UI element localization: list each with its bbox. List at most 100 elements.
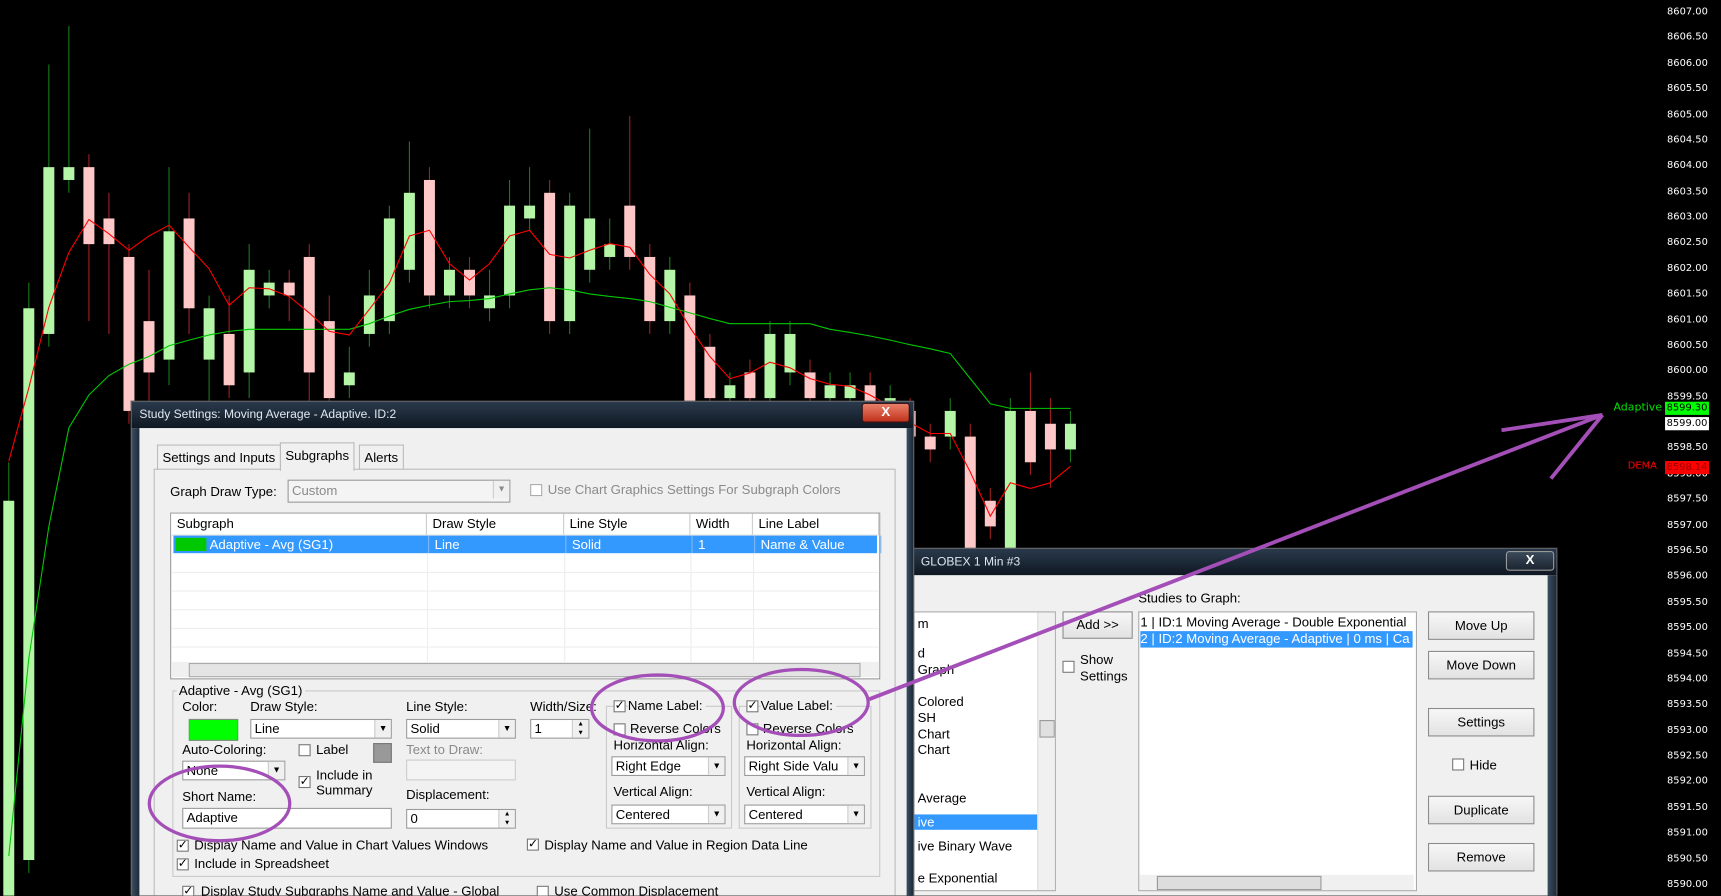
remove-button[interactable]: Remove bbox=[1427, 842, 1535, 872]
candle-body bbox=[604, 244, 616, 257]
value-label-vertical-align-label: Vertical Align: bbox=[746, 783, 826, 800]
candle bbox=[1004, 398, 1016, 565]
list-item[interactable]: d bbox=[918, 645, 925, 660]
width-spinner[interactable]: 1 ▲ ▼ bbox=[530, 718, 590, 739]
duplicate-button[interactable]: Duplicate bbox=[1427, 795, 1535, 825]
display-region-data-checkbox[interactable]: ✓ bbox=[526, 838, 539, 851]
include-summary-checkbox[interactable]: ✓ bbox=[298, 775, 311, 789]
spinner-arrows-icon[interactable]: ▲ ▼ bbox=[498, 810, 515, 828]
studies-h-scrollbar[interactable] bbox=[1139, 874, 1414, 891]
list-item[interactable]: Colored bbox=[918, 694, 964, 709]
draw-style-label: Draw Style: bbox=[250, 699, 318, 715]
available-scrollbar[interactable] bbox=[1037, 612, 1055, 891]
display-global-checkbox[interactable]: ✓ bbox=[182, 885, 195, 896]
candle bbox=[924, 423, 936, 463]
scroll-thumb[interactable] bbox=[188, 662, 861, 678]
candle-body bbox=[403, 192, 415, 270]
candle bbox=[704, 333, 716, 411]
column-header[interactable]: Line Label bbox=[753, 513, 880, 535]
price-tick-label: 8595.50 bbox=[1667, 596, 1708, 608]
tab-alerts[interactable]: Alerts bbox=[358, 444, 404, 470]
candle-body bbox=[584, 218, 596, 270]
display-chart-values-checkbox[interactable]: ✓ bbox=[176, 839, 189, 852]
candle-body bbox=[1044, 423, 1056, 450]
move-down-button[interactable]: Move Down bbox=[1427, 650, 1535, 680]
tab-settings-and-inputs[interactable]: Settings and Inputs bbox=[156, 444, 281, 470]
add-study-button[interactable]: Add >> bbox=[1062, 611, 1133, 639]
settings-close-button[interactable]: X bbox=[861, 402, 910, 423]
price-tick-label: 8604.50 bbox=[1667, 134, 1708, 146]
studies-title-bar[interactable]: GLOBEX 1 Min #3 bbox=[913, 548, 1557, 576]
show-settings-checkbox[interactable] bbox=[1062, 660, 1075, 673]
studies-close-button[interactable]: X bbox=[1505, 550, 1555, 571]
auto-coloring-select[interactable]: None ▼ bbox=[182, 760, 286, 781]
graph-draw-type-label: Graph Draw Type: bbox=[170, 484, 277, 500]
hide-label: Hide bbox=[1469, 757, 1497, 773]
scroll-thumb[interactable] bbox=[1039, 720, 1055, 738]
price-tick-label: 8601.00 bbox=[1667, 314, 1708, 326]
name-label-checkbox[interactable]: ✓ bbox=[613, 700, 626, 713]
candle bbox=[544, 179, 556, 334]
tab-subgraphs[interactable]: Subgraphs bbox=[279, 442, 355, 471]
list-item[interactable]: m bbox=[918, 616, 929, 631]
subgraph-h-scrollbar[interactable] bbox=[171, 661, 880, 678]
value-label-checkbox[interactable]: ✓ bbox=[746, 700, 759, 713]
label-checkbox[interactable] bbox=[298, 744, 311, 757]
list-item[interactable]: Chart bbox=[918, 727, 950, 742]
study-list-item[interactable]: 2 | ID:2 Moving Average - Adaptive | 0 m… bbox=[1140, 631, 1413, 648]
candle-body bbox=[644, 256, 656, 322]
line-style-label: Line Style: bbox=[406, 699, 468, 715]
column-header[interactable]: Draw Style bbox=[427, 513, 565, 535]
move-up-button[interactable]: Move Up bbox=[1427, 611, 1535, 640]
available-studies-list[interactable]: m d Graph Colored SH Chart Chart Average ive ive… bbox=[913, 611, 1056, 892]
include-spreadsheet-checkbox[interactable]: ✓ bbox=[176, 858, 189, 871]
name-label-horizontal-align-select[interactable]: Right Edge ▼ bbox=[611, 756, 726, 777]
studies-to-graph-list[interactable]: 1 | ID:1 Moving Average - Double Exponen… bbox=[1138, 611, 1418, 892]
study-list-item[interactable]: 1 | ID:1 Moving Average - Double Exponen… bbox=[1140, 615, 1412, 631]
value-label-reverse-colors-checkbox[interactable] bbox=[746, 723, 759, 736]
column-header[interactable]: Line Style bbox=[564, 513, 691, 535]
candle bbox=[163, 167, 175, 386]
list-item[interactable]: Graph bbox=[918, 662, 955, 677]
table-row[interactable]: Adaptive - Avg (SG1) Line Solid 1 Name & Val… bbox=[173, 535, 882, 554]
price-tick-label: 8594.00 bbox=[1667, 673, 1708, 685]
line-style-select[interactable]: Solid ▼ bbox=[406, 718, 516, 739]
settings-title-bar[interactable]: Study Settings: Moving Average - Adaptiv… bbox=[131, 401, 914, 429]
text-to-draw-input[interactable] bbox=[406, 759, 516, 781]
name-label-vertical-align-select[interactable]: Centered ▼ bbox=[611, 804, 726, 825]
color-swatch[interactable] bbox=[188, 718, 239, 741]
price-tick-label: 8597.00 bbox=[1667, 519, 1708, 531]
list-item[interactable]: Average bbox=[918, 790, 967, 805]
settings-button[interactable]: Settings bbox=[1427, 707, 1535, 737]
value-label-horizontal-align-value: Right Side Valu bbox=[748, 758, 839, 774]
chevron-down-icon: ▼ bbox=[847, 757, 864, 775]
displacement-spinner[interactable]: 0 ▲ ▼ bbox=[406, 808, 516, 829]
short-name-input[interactable]: Adaptive bbox=[182, 807, 392, 829]
candle-body bbox=[844, 385, 856, 399]
spinner-arrows-icon[interactable]: ▲ ▼ bbox=[571, 720, 589, 738]
graph-draw-type-select[interactable]: Custom ▼ bbox=[287, 479, 511, 503]
list-item[interactable]: ive Binary Wave bbox=[918, 839, 1013, 854]
value-label-horizontal-align-select[interactable]: Right Side Valu ▼ bbox=[744, 756, 865, 777]
chevron-down-icon: ▼ bbox=[707, 757, 725, 775]
candle bbox=[363, 269, 375, 347]
name-label-reverse-colors-checkbox[interactable] bbox=[613, 723, 626, 736]
list-item[interactable]: Chart bbox=[918, 742, 950, 757]
label-color-button[interactable] bbox=[373, 743, 392, 763]
displacement-value: 0 bbox=[410, 811, 418, 827]
use-chart-graphics-checkbox[interactable] bbox=[530, 484, 543, 497]
scroll-thumb[interactable] bbox=[1156, 875, 1322, 891]
candle bbox=[504, 179, 516, 309]
draw-style-select[interactable]: Line ▼ bbox=[250, 718, 392, 739]
use-common-displacement-checkbox[interactable] bbox=[536, 885, 549, 896]
column-header[interactable]: Width bbox=[690, 513, 753, 535]
column-header[interactable]: Subgraph bbox=[171, 513, 427, 535]
subgraph-list[interactable]: Subgraph Draw Style Line Style Width Line La… bbox=[170, 512, 882, 680]
list-item[interactable]: SH bbox=[918, 710, 936, 725]
list-item[interactable]: ive bbox=[914, 814, 1039, 830]
candle-body bbox=[383, 218, 395, 322]
hide-checkbox[interactable] bbox=[1452, 758, 1465, 771]
value-label-vertical-align-select[interactable]: Centered ▼ bbox=[744, 804, 865, 825]
width-label: Width/Size: bbox=[530, 699, 597, 715]
list-item[interactable]: e Exponential bbox=[918, 870, 998, 885]
